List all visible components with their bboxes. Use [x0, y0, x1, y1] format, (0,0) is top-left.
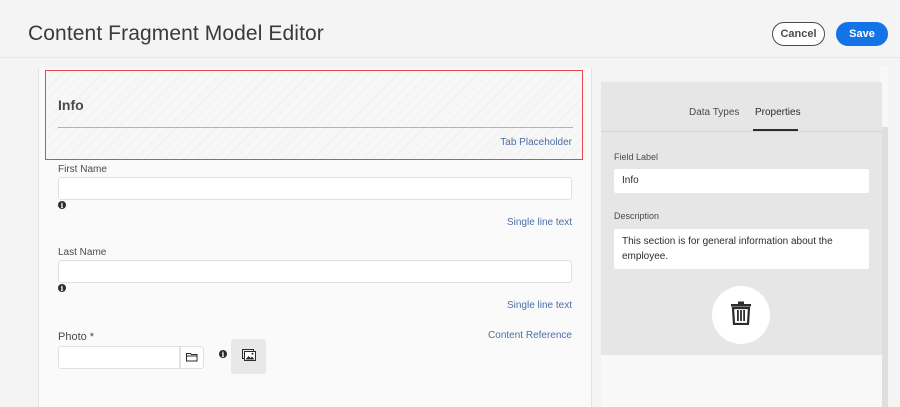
delete-button[interactable] [712, 286, 770, 344]
field-type-label: Tab Placeholder [500, 137, 572, 148]
field-type-label: Content Reference [488, 330, 572, 341]
photo-path-input[interactable] [58, 346, 180, 369]
field-label-input[interactable]: Info [614, 169, 869, 193]
cancel-button[interactable]: Cancel [772, 22, 825, 46]
photo-label: Photo * [58, 331, 95, 343]
header: Content Fragment Model Editor Cancel Sav… [0, 0, 900, 58]
first-name-input[interactable] [58, 177, 572, 200]
properties-scrollbar[interactable] [882, 127, 888, 407]
field-label-label: Field Label [614, 152, 659, 162]
last-name-input[interactable] [58, 260, 572, 283]
page-title: Content Fragment Model Editor [28, 22, 324, 45]
tab-placeholder-field[interactable]: Info Tab Placeholder [45, 70, 583, 160]
browse-button[interactable] [180, 346, 204, 369]
properties-panel-footer [601, 355, 882, 407]
last-name-label: Last Name [58, 247, 107, 258]
field-type-label: Single line text [506, 300, 572, 311]
description-textarea[interactable]: This section is for general information … [614, 229, 869, 269]
tab-properties[interactable]: Properties [755, 107, 801, 118]
properties-panel: Data Types Properties Field Label Info D… [601, 82, 882, 355]
folder-icon [186, 349, 198, 367]
image-icon [241, 348, 256, 366]
active-tab-indicator [753, 129, 798, 131]
info-icon[interactable]: i [58, 201, 66, 209]
info-icon[interactable]: i [219, 350, 227, 358]
divider [601, 131, 882, 132]
field-type-label: Single line text [506, 217, 572, 228]
save-button[interactable]: Save [836, 22, 888, 46]
description-label: Description [614, 211, 660, 221]
tab-placeholder-title: Info [58, 97, 84, 113]
first-name-label: First Name [58, 164, 107, 175]
info-icon[interactable]: i [58, 284, 66, 292]
image-preview-button[interactable] [231, 339, 266, 374]
trash-icon [730, 301, 752, 330]
divider [58, 127, 573, 128]
tab-data-types[interactable]: Data Types [689, 107, 739, 118]
